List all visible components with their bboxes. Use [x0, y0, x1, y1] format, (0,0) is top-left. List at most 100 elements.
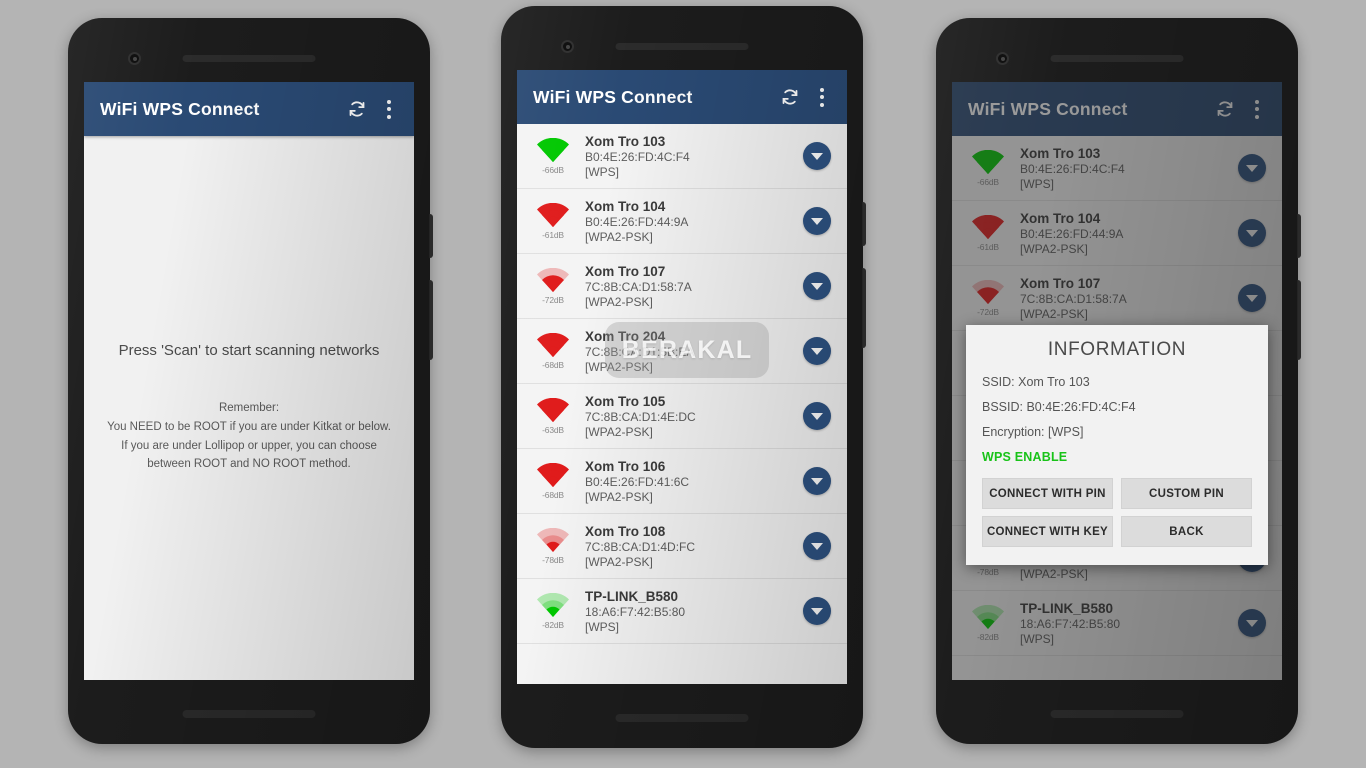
remember-line-3: between ROOT and NO ROOT method.: [147, 458, 351, 471]
scan-prompt-text: Press 'Scan' to start scanning networks: [118, 342, 380, 360]
wifi-signal-icon: -82dB: [525, 592, 581, 630]
network-bssid: B0:4E:26:FD:44:9A: [585, 214, 689, 229]
front-camera-icon: [128, 52, 141, 65]
connect-with-pin-button[interactable]: CONNECT WITH PIN: [982, 478, 1113, 509]
network-row[interactable]: -66dB Xom Tro 103 B0:4E:26:FD:4C:F4 [WPS]: [517, 124, 847, 189]
network-ssid: Xom Tro 108: [585, 523, 666, 539]
signal-strength-label: -78dB: [542, 554, 564, 565]
phone-2-screen: WiFi WPS Connect -66dB Xom Tro 103 B0:4E…: [517, 70, 847, 684]
phone-device-3: WiFi WPS Connect -66dB Xom Tro 103 B0:4E:2…: [936, 18, 1301, 744]
expand-network-button[interactable]: [803, 207, 831, 235]
volume-button[interactable]: [862, 268, 866, 348]
phone-2-top-bezel: [501, 6, 863, 70]
network-row[interactable]: -72dB Xom Tro 107 7C:8B:CA:D1:58:7A [WPA2-P…: [517, 254, 847, 319]
network-encryption: [WPS]: [585, 164, 620, 179]
signal-strength-label: -68dB: [542, 359, 564, 370]
dialog-encryption: Encryption: [WPS]: [982, 425, 1084, 439]
volume-button[interactable]: [429, 280, 433, 360]
bottom-speaker: [1050, 710, 1184, 718]
network-row[interactable]: -68dB Xom Tro 106B0:4E:26:FD:41:6C[WPA2-P…: [517, 449, 847, 514]
chevron-down-icon: [811, 217, 823, 225]
network-info: Xom Tro 1057C:8B:CA:D1:4E:DC[WPA2-PSK]: [581, 394, 803, 439]
phone-device-1: WiFi WPS Connect Press 'Scan' to start s…: [68, 18, 433, 744]
network-row[interactable]: -68dB Xom Tro 2047C:8B:CA:D1:5B:EA[WPA2-P…: [517, 319, 847, 384]
overflow-menu-icon[interactable]: [378, 94, 400, 124]
network-info: Xom Tro 103 B0:4E:26:FD:4C:F4 [WPS]: [581, 134, 803, 179]
network-encryption: [WPA2-PSK]: [585, 424, 653, 439]
network-bssid: 18:A6:F7:42:B5:80: [585, 604, 686, 619]
dot: [387, 114, 391, 119]
power-button[interactable]: [862, 202, 866, 246]
chevron-down-icon: [811, 347, 823, 355]
front-camera-icon: [561, 40, 574, 53]
back-button[interactable]: BACK: [1121, 516, 1252, 547]
bottom-speaker: [182, 710, 316, 718]
refresh-icon[interactable]: [775, 82, 805, 112]
overflow-menu-icon[interactable]: [811, 82, 833, 112]
dot: [387, 107, 391, 111]
earpiece-speaker: [1050, 55, 1184, 62]
signal-strength-label: -82dB: [542, 619, 564, 630]
network-bssid: 7C:8B:CA:D1:5B:EA: [585, 344, 695, 359]
network-ssid: Xom Tro 204: [585, 328, 666, 344]
dot: [820, 87, 824, 92]
chevron-down-icon: [811, 152, 823, 160]
remember-note: Remember: You NEED to be ROOT if you are…: [107, 399, 391, 474]
expand-network-button[interactable]: [803, 402, 831, 430]
network-row[interactable]: -78dB Xom Tro 1087C:8B:CA:D1:4D:FC[WPA2-P…: [517, 514, 847, 579]
network-encryption: [WPA2-PSK]: [585, 229, 653, 244]
wifi-signal-icon: -61dB: [525, 202, 581, 240]
network-bssid: B0:4E:26:FD:41:6C: [585, 474, 690, 489]
network-ssid: Xom Tro 106: [585, 458, 666, 474]
power-button[interactable]: [1297, 214, 1301, 258]
network-ssid: Xom Tro 104: [585, 198, 666, 214]
network-row[interactable]: -63dB Xom Tro 1057C:8B:CA:D1:4E:DC[WPA2-P…: [517, 384, 847, 449]
network-encryption: [WPA2-PSK]: [585, 489, 653, 504]
network-bssid: 7C:8B:CA:D1:4E:DC: [585, 409, 696, 424]
wifi-signal-icon: -63dB: [525, 397, 581, 435]
signal-strength-label: -66dB: [542, 164, 564, 175]
network-list[interactable]: -66dB Xom Tro 103 B0:4E:26:FD:4C:F4 [WPS] -6…: [517, 124, 847, 684]
dot: [820, 102, 824, 107]
chevron-down-icon: [811, 607, 823, 615]
expand-network-button[interactable]: [803, 272, 831, 300]
connect-with-key-button[interactable]: CONNECT WITH KEY: [982, 516, 1113, 547]
refresh-icon[interactable]: [342, 94, 372, 124]
network-info: Xom Tro 1087C:8B:CA:D1:4D:FC[WPA2-PSK]: [581, 524, 803, 569]
wps-status-badge: WPS ENABLE: [982, 450, 1068, 464]
wifi-signal-icon: -78dB: [525, 527, 581, 565]
power-button[interactable]: [429, 214, 433, 258]
signal-strength-label: -61dB: [542, 229, 564, 240]
network-info: Xom Tro 2047C:8B:CA:D1:5B:EA[WPA2-PSK]: [581, 329, 803, 374]
wifi-signal-icon: -72dB: [525, 267, 581, 305]
remember-line-2: If you are under Lollipop or upper, you …: [121, 439, 377, 452]
network-bssid: B0:4E:26:FD:4C:F4: [585, 149, 690, 164]
wifi-signal-icon: -66dB: [525, 137, 581, 175]
empty-state-panel: Press 'Scan' to start scanning networks …: [84, 136, 414, 680]
network-row[interactable]: -82dB TP-LINK_B580 18:A6:F7:42:B5:80 [WPS]: [517, 579, 847, 644]
earpiece-speaker: [182, 55, 316, 62]
volume-button[interactable]: [1297, 280, 1301, 360]
app-title: WiFi WPS Connect: [533, 86, 693, 107]
custom-pin-button[interactable]: CUSTOM PIN: [1121, 478, 1252, 509]
expand-network-button[interactable]: [803, 532, 831, 560]
earpiece-speaker: [615, 43, 749, 50]
phone-device-2: WiFi WPS Connect -66dB Xom Tro 103 B0:4E…: [501, 6, 866, 748]
dot: [387, 99, 391, 104]
expand-network-button[interactable]: [803, 597, 831, 625]
remember-label: Remember:: [218, 402, 280, 415]
expand-network-button[interactable]: [803, 467, 831, 495]
network-info: TP-LINK_B580 18:A6:F7:42:B5:80 [WPS]: [581, 589, 803, 634]
app-bar: WiFi WPS Connect: [517, 70, 847, 124]
network-row[interactable]: -61dB Xom Tro 104 B0:4E:26:FD:44:9A [WPA2-P…: [517, 189, 847, 254]
chevron-down-icon: [811, 542, 823, 550]
signal-strength-label: -68dB: [542, 489, 564, 500]
network-ssid: Xom Tro 105: [585, 393, 666, 409]
network-bssid: 7C:8B:CA:D1:58:7A: [585, 279, 692, 294]
app-title: WiFi WPS Connect: [100, 98, 260, 119]
dialog-button-group: CONNECT WITH PIN CUSTOM PIN CONNECT WITH…: [982, 478, 1252, 547]
phone-1-top-bezel: [68, 18, 430, 82]
dialog-ssid: SSID: Xom Tro 103: [982, 375, 1090, 389]
expand-network-button[interactable]: [803, 142, 831, 170]
expand-network-button[interactable]: [803, 337, 831, 365]
